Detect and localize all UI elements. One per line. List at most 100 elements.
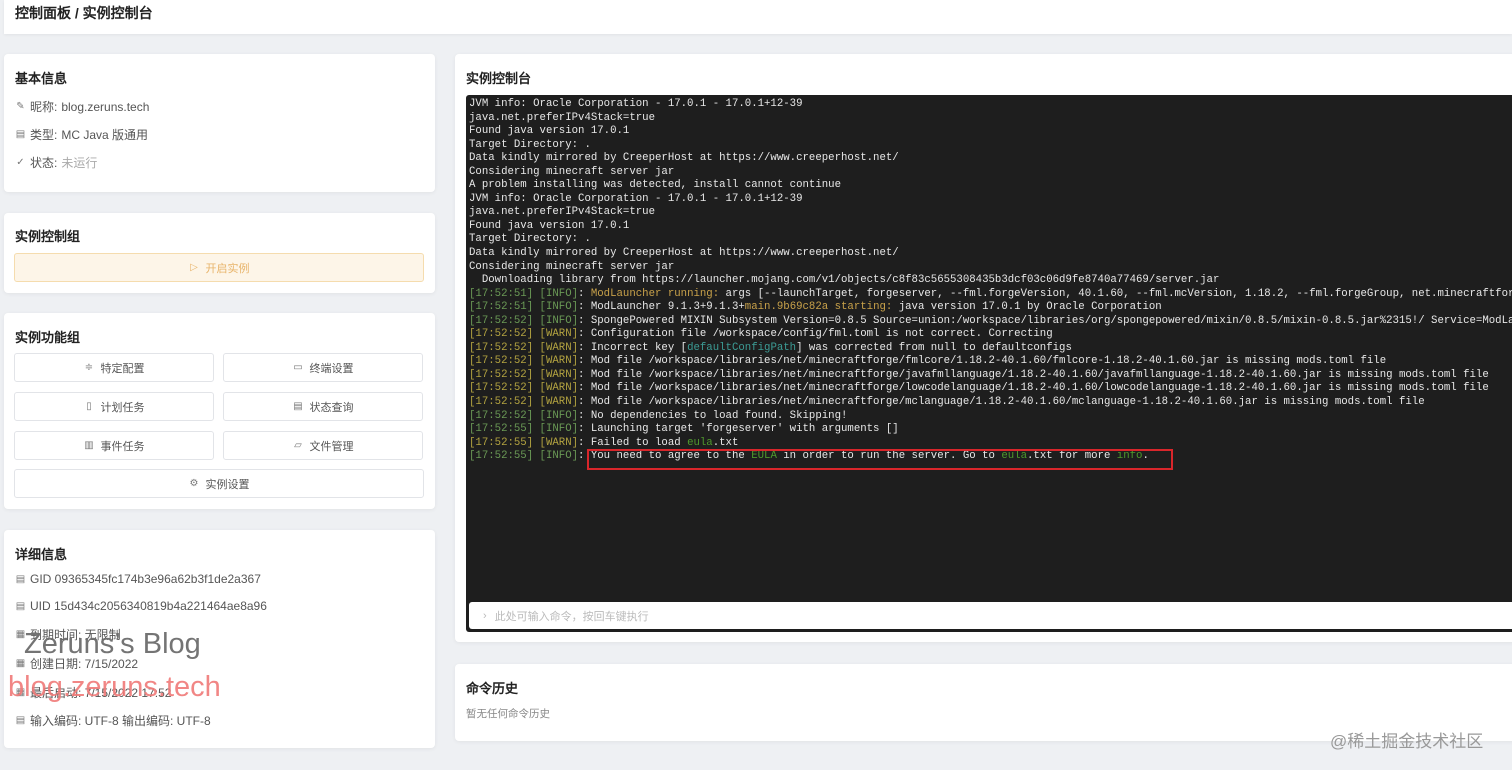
command-input[interactable]: › 此处可输入命令，按回车键执行	[469, 602, 1512, 629]
log-segment: [17:52:51] [INFO]	[469, 301, 579, 314]
log-line: [17:52:52] [INFO]: No dependencies to lo…	[469, 410, 1512, 424]
log-segment: Data kindly mirrored by CreeperHost at h…	[469, 152, 899, 165]
edit-icon: ✎	[16, 101, 25, 112]
url-watermark: blog.zeruns.tech	[8, 671, 221, 703]
log-segment: A problem installing was detected, insta…	[469, 179, 841, 192]
button-label: 文件管理	[309, 440, 354, 453]
specific-config-button[interactable]: ≑ 特定配置	[14, 353, 214, 382]
button-label: 事件任务	[100, 440, 145, 453]
nickname-label: 昵称:	[30, 100, 58, 114]
status-value: 未运行	[61, 156, 98, 170]
log-segment: [17:52:52] [WARN]	[469, 341, 579, 354]
type-row: ▤ 类型: MC Java 版通用	[15, 126, 148, 143]
log-segment: JVM info: Oracle Corporation - 17.0.1 - …	[469, 98, 803, 110]
command-placeholder: 此处可输入命令，按回车键执行	[494, 610, 649, 623]
log-line: JVM info: Oracle Corporation - 17.0.1 - …	[469, 193, 1512, 207]
log-segment: java.net.preferIPv4Stack=true	[469, 111, 655, 124]
log-segment: :	[578, 287, 591, 300]
log-line: [17:52:52] [WARN]: Mod file /workspace/l…	[469, 369, 1512, 383]
document-icon: ▤	[15, 715, 26, 726]
basic-info-card: 基本信息 ✎ 昵称: blog.zeruns.tech ▤ 类型: MC Java …	[4, 54, 435, 192]
header: 控制面板 / 实例控制台	[4, 0, 1512, 34]
log-segment: : Mod file /workspace/libraries/net/mine…	[578, 396, 1425, 409]
log-segment: ModLauncher running:	[590, 287, 720, 300]
terminal-settings-button[interactable]: ▭ 终端设置	[223, 353, 423, 382]
event-tasks-button[interactable]: ▥ 事件任务	[14, 431, 214, 460]
log-segment: [17:52:52] [WARN]	[469, 368, 579, 381]
log-segment: args [--launchTarget, forgeserver, --fml…	[719, 287, 1512, 300]
status-query-button[interactable]: ▤ 状态查询	[223, 392, 423, 421]
log-line: Downloading library from https://launche…	[469, 274, 1512, 288]
calendar-icon: ▯	[86, 401, 92, 412]
sliders-icon: ≑	[84, 362, 94, 373]
log-segment: eula	[687, 436, 713, 449]
button-label: 计划任务	[100, 401, 145, 414]
button-label: 特定配置	[100, 362, 145, 375]
monitor-icon: ▭	[293, 362, 303, 373]
log-segment: : Incorrect key [	[578, 341, 688, 354]
details-title: 详细信息	[15, 547, 68, 562]
log-segment: [17:52:55] [INFO]	[469, 423, 579, 436]
button-label: 终端设置	[309, 362, 354, 375]
log-segment: defaultConfigPath	[687, 341, 797, 354]
log-segment: [17:52:52] [INFO]	[469, 409, 579, 422]
functions-card: 实例功能组 ≑ 特定配置 ▭ 终端设置 ▯ 计划任务 ▤ 状态查询 ▥ 事件任务 ▱ 文件管…	[4, 313, 435, 509]
file-management-button[interactable]: ▱ 文件管理	[223, 431, 423, 460]
log-line: JVM info: Oracle Corporation - 17.0.1 - …	[469, 98, 1512, 112]
blog-watermark: Zeruns’s Blog	[24, 628, 201, 660]
log-segment: : Mod file /workspace/libraries/net/mine…	[578, 368, 1489, 381]
console-title: 实例控制台	[466, 71, 532, 86]
log-segment: : Mod file /workspace/libraries/net/mine…	[578, 382, 1489, 395]
encoding-value: 输入编码: UTF-8 输出编码: UTF-8	[30, 714, 211, 728]
status-label: 状态:	[30, 156, 58, 170]
start-instance-button[interactable]: ▷ 开启实例	[14, 253, 424, 282]
button-label: 状态查询	[309, 401, 354, 414]
log-line: [17:52:52] [WARN]: Mod file /workspace/l…	[469, 355, 1512, 369]
log-line: Considering minecraft server jar	[469, 166, 1512, 180]
log-segment: java.net.preferIPv4Stack=true	[469, 206, 655, 219]
uid-row: ▤ UID 15d434c2056340819b4a221464ae8a96	[15, 599, 267, 613]
log-segment: ] was corrected from null to defaultconf…	[796, 341, 1072, 354]
log-segment: [17:52:52] [WARN]	[469, 396, 579, 409]
log-line: java.net.preferIPv4Stack=true	[469, 206, 1512, 220]
log-line: Found java version 17.0.1	[469, 220, 1512, 234]
start-instance-label: 开启实例	[205, 262, 250, 275]
log-segment: [17:52:55] [INFO]	[469, 450, 579, 463]
prompt-chevron-icon: ›	[483, 609, 487, 622]
log-segment: : Configuration file /workspace/config/f…	[578, 328, 1053, 341]
log-line: Target Directory: .	[469, 139, 1512, 153]
log-segment: .txt	[712, 436, 739, 449]
log-line: Data kindly mirrored by CreeperHost at h…	[469, 247, 1512, 261]
log-line: Data kindly mirrored by CreeperHost at h…	[469, 152, 1512, 166]
type-value: MC Java 版通用	[61, 128, 149, 142]
log-segment: [17:52:51] [INFO]	[469, 287, 579, 300]
log-segment: Target Directory: .	[469, 233, 591, 246]
log-segment: : Failed to load	[578, 436, 688, 449]
log-segment: Found java version 17.0.1	[469, 125, 630, 138]
breadcrumb: 控制面板 / 实例控制台	[15, 5, 153, 21]
log-segment: [17:52:55] [WARN]	[469, 436, 579, 449]
log-segment: Downloading library from https://launche…	[469, 274, 1220, 287]
log-segment: : Launching target 'forgeserver' with ar…	[578, 423, 899, 436]
log-segment: Target Directory: .	[469, 138, 591, 151]
log-line: Found java version 17.0.1	[469, 125, 1512, 139]
log-line: [17:52:51] [INFO]: ModLauncher 9.1.3+9.1…	[469, 301, 1512, 315]
control-title: 实例控制组	[15, 229, 81, 244]
gear-icon: ⚙	[189, 478, 199, 489]
nickname-value: blog.zeruns.tech	[61, 99, 150, 114]
console-output[interactable]: JVM info: Oracle Corporation - 17.0.1 - …	[466, 95, 1512, 632]
log-segment: [17:52:52] [WARN]	[469, 328, 579, 341]
console-log: JVM info: Oracle Corporation - 17.0.1 - …	[469, 98, 1512, 464]
basic-info-title: 基本信息	[15, 71, 68, 86]
log-segment: Found java version 17.0.1	[469, 219, 630, 232]
scheduled-tasks-button[interactable]: ▯ 计划任务	[14, 392, 214, 421]
instance-settings-button[interactable]: ⚙ 实例设置	[14, 469, 424, 498]
uid-value: UID 15d434c2056340819b4a221464ae8a96	[30, 599, 267, 613]
document-icon: ▤	[15, 573, 26, 585]
log-segment: : No dependencies to load found. Skippin…	[578, 409, 848, 422]
log-line: [17:52:52] [WARN]: Mod file /workspace/l…	[469, 396, 1512, 410]
list-icon: ▥	[84, 440, 94, 451]
functions-title: 实例功能组	[15, 330, 81, 345]
log-segment: : Mod file /workspace/libraries/net/mine…	[578, 355, 1387, 368]
history-title: 命令历史	[466, 681, 519, 696]
